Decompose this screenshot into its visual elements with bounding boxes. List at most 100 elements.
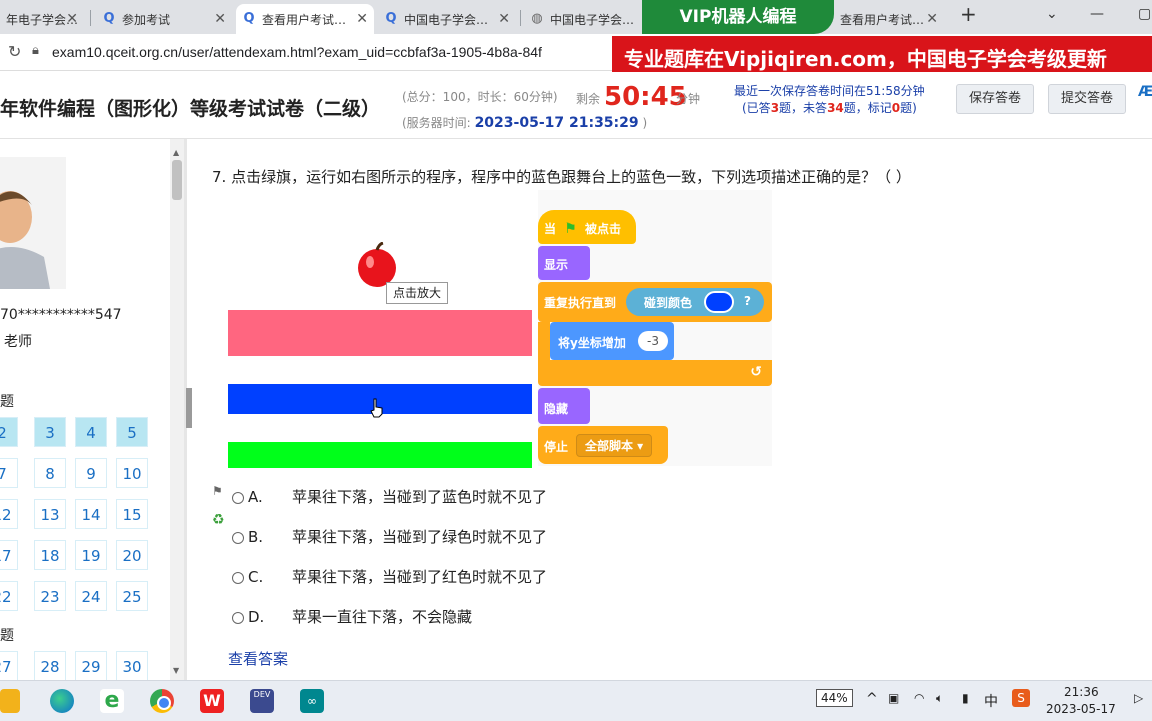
url-field[interactable]: exam10.qceit.org.cn/user/attendexam.html… [52,41,542,63]
tab-label: 中国电子学会… [550,12,635,27]
radio-button[interactable] [232,491,244,504]
scrollbar[interactable] [170,139,184,680]
file-explorer-icon[interactable] [0,689,20,713]
question-number-button[interactable]: 23 [34,581,66,611]
question-number-button[interactable]: 12 [0,499,18,529]
save-note: 最近一次保存答卷时间在51:58分钟 [734,84,925,98]
browser-tab-bar: 年电子学会… ✕ Q 参加考试 ✕ Q 查看用户考试… ✕ Q 中国电子学会… … [0,0,1152,34]
loop-arrow-icon: ↺ [750,364,762,380]
question-number-button[interactable]: 30 [116,651,148,681]
tab-label: 中国电子学会… [404,12,489,27]
radio-button[interactable] [232,611,244,624]
question-number-button[interactable]: 20 [116,540,148,570]
dev-cpp-icon[interactable]: DEV [250,689,274,713]
question-number-button[interactable]: 22 [0,581,18,611]
server-time-label: (服务器时间: [402,116,471,130]
question-number-button[interactable]: 28 [34,651,66,681]
question-number-button[interactable]: 17 [0,540,18,570]
radio-button[interactable] [232,571,244,584]
battery-indicator[interactable]: 44% [816,689,853,707]
option-a[interactable]: A. 苹果往下落，当碰到了蓝色时就不见了 [232,486,547,507]
chrome-icon[interactable] [150,689,174,713]
question-number-button[interactable]: 8 [34,458,66,488]
arduino-icon[interactable]: ∞ [300,689,324,713]
radio-button[interactable] [232,531,244,544]
question-number-button[interactable]: 2 [0,417,18,447]
resize-handle[interactable] [186,388,192,428]
close-icon[interactable]: ✕ [214,11,226,27]
question-number-button[interactable]: 15 [116,499,148,529]
maximize-icon[interactable]: ▢ [1138,6,1151,22]
code-image[interactable]: 当 ⚑ 被点击 显示 重复执行直到 碰到颜色 ? 将y坐标增加 -3 ↺ 隐藏 … [538,190,772,466]
browser-tab[interactable]: Q 中国电子学会… ✕ [378,4,516,34]
tab-search-icon[interactable]: ⌄ [1046,6,1058,22]
change-y-block: 将y坐标增加 -3 [550,322,674,360]
browser-tab[interactable]: 年电子学会… ✕ [0,4,84,34]
taskbar: e W DEV ∞ 44% ^ ▣ ◠ 🔈︎ ▮ 中 S 21:36 2023-… [0,680,1152,721]
close-icon[interactable]: ✕ [926,11,938,27]
volume-icon[interactable]: 🔈︎ [936,691,943,706]
question-number-button[interactable]: 25 [116,581,148,611]
countdown-timer: 50:45 [604,82,687,112]
ime-indicator[interactable]: 中 [984,691,998,711]
user-avatar-icon [0,157,66,289]
refresh-icon[interactable]: ♻︎ [212,512,225,528]
section-label: 题 [0,394,14,410]
question-number-button[interactable]: 4 [75,417,107,447]
view-answer-link[interactable]: 查看答案 [228,648,288,669]
hide-block: 隐藏 [538,388,590,424]
chevron-up-icon[interactable]: ^ [866,691,878,707]
wifi-icon[interactable]: ◠ [914,691,924,705]
close-icon[interactable]: ✕ [356,11,368,27]
question-number-button[interactable]: 5 [116,417,148,447]
browser-tab[interactable]: 查看用户考试… ✕ [834,4,944,34]
stage-image[interactable] [222,228,538,472]
question-number-button[interactable]: 19 [75,540,107,570]
browser-tab-active[interactable]: Q 查看用户考试… ✕ [236,4,374,34]
close-icon[interactable]: ✕ [66,11,78,27]
green-flag-icon: ⚑ [564,221,577,237]
question-number-button[interactable]: 3 [34,417,66,447]
sogou-icon[interactable]: S [1012,689,1030,707]
lock-icon[interactable]: 🔒︎ [32,43,39,58]
question-number-button[interactable]: 10 [116,458,148,488]
question-number-button[interactable]: 7 [0,458,18,488]
clock-date[interactable]: 2023-05-17 [1046,702,1116,716]
question-number-button[interactable]: 13 [34,499,66,529]
mic-icon[interactable]: ▮ [962,691,969,705]
section-label: 题 [0,628,14,644]
save-button[interactable]: 保存答卷 [956,84,1035,114]
tab-label: 查看用户考试… [262,12,347,27]
reload-icon[interactable]: ↻ [8,42,21,61]
notification-icon[interactable]: ▷ [1134,691,1143,705]
submit-button[interactable]: 提交答卷 [1048,84,1127,114]
color-swatch [704,291,734,313]
minimize-icon[interactable]: — [1090,6,1104,22]
scrollbar-thumb[interactable] [172,160,182,200]
when-flag-block: 当 ⚑ 被点击 [538,210,636,244]
question-number-button[interactable]: 18 [34,540,66,570]
display-icon[interactable]: ▣ [888,691,899,705]
ie-icon[interactable]: e [100,689,124,713]
tab-label: 参加考试 [122,12,171,27]
option-b[interactable]: B. 苹果往下落，当碰到了绿色时就不见了 [232,526,547,547]
question-number-button[interactable]: 27 [0,651,18,681]
option-c[interactable]: C. 苹果往下落，当碰到了红色时就不见了 [232,566,547,587]
clock-time[interactable]: 21:36 [1064,685,1099,699]
mark-flag-icon[interactable]: ⚑ [212,484,223,498]
option-d[interactable]: D. 苹果一直往下落，不会隐藏 [232,606,472,627]
question-number-button[interactable]: 29 [75,651,107,681]
scroll-down-icon[interactable]: ▼ [173,666,179,675]
question-number-button[interactable]: 24 [75,581,107,611]
question-number-button[interactable]: 14 [75,499,107,529]
close-icon[interactable]: ✕ [498,11,510,27]
question-number-button[interactable]: 9 [75,458,107,488]
scroll-up-icon[interactable]: ▲ [173,148,179,157]
wps-icon[interactable]: W [200,689,224,713]
browser-tab[interactable]: Q 参加考试 ✕ [96,4,232,34]
new-tab-button[interactable]: + [960,2,977,26]
browser-tab[interactable]: ◍ 中国电子学会… [524,4,642,34]
exam-title: 年软件编程（图形化）等级考试试卷（二级） [0,98,381,120]
edge-icon[interactable] [50,689,74,713]
hand-cursor-icon [370,398,383,418]
